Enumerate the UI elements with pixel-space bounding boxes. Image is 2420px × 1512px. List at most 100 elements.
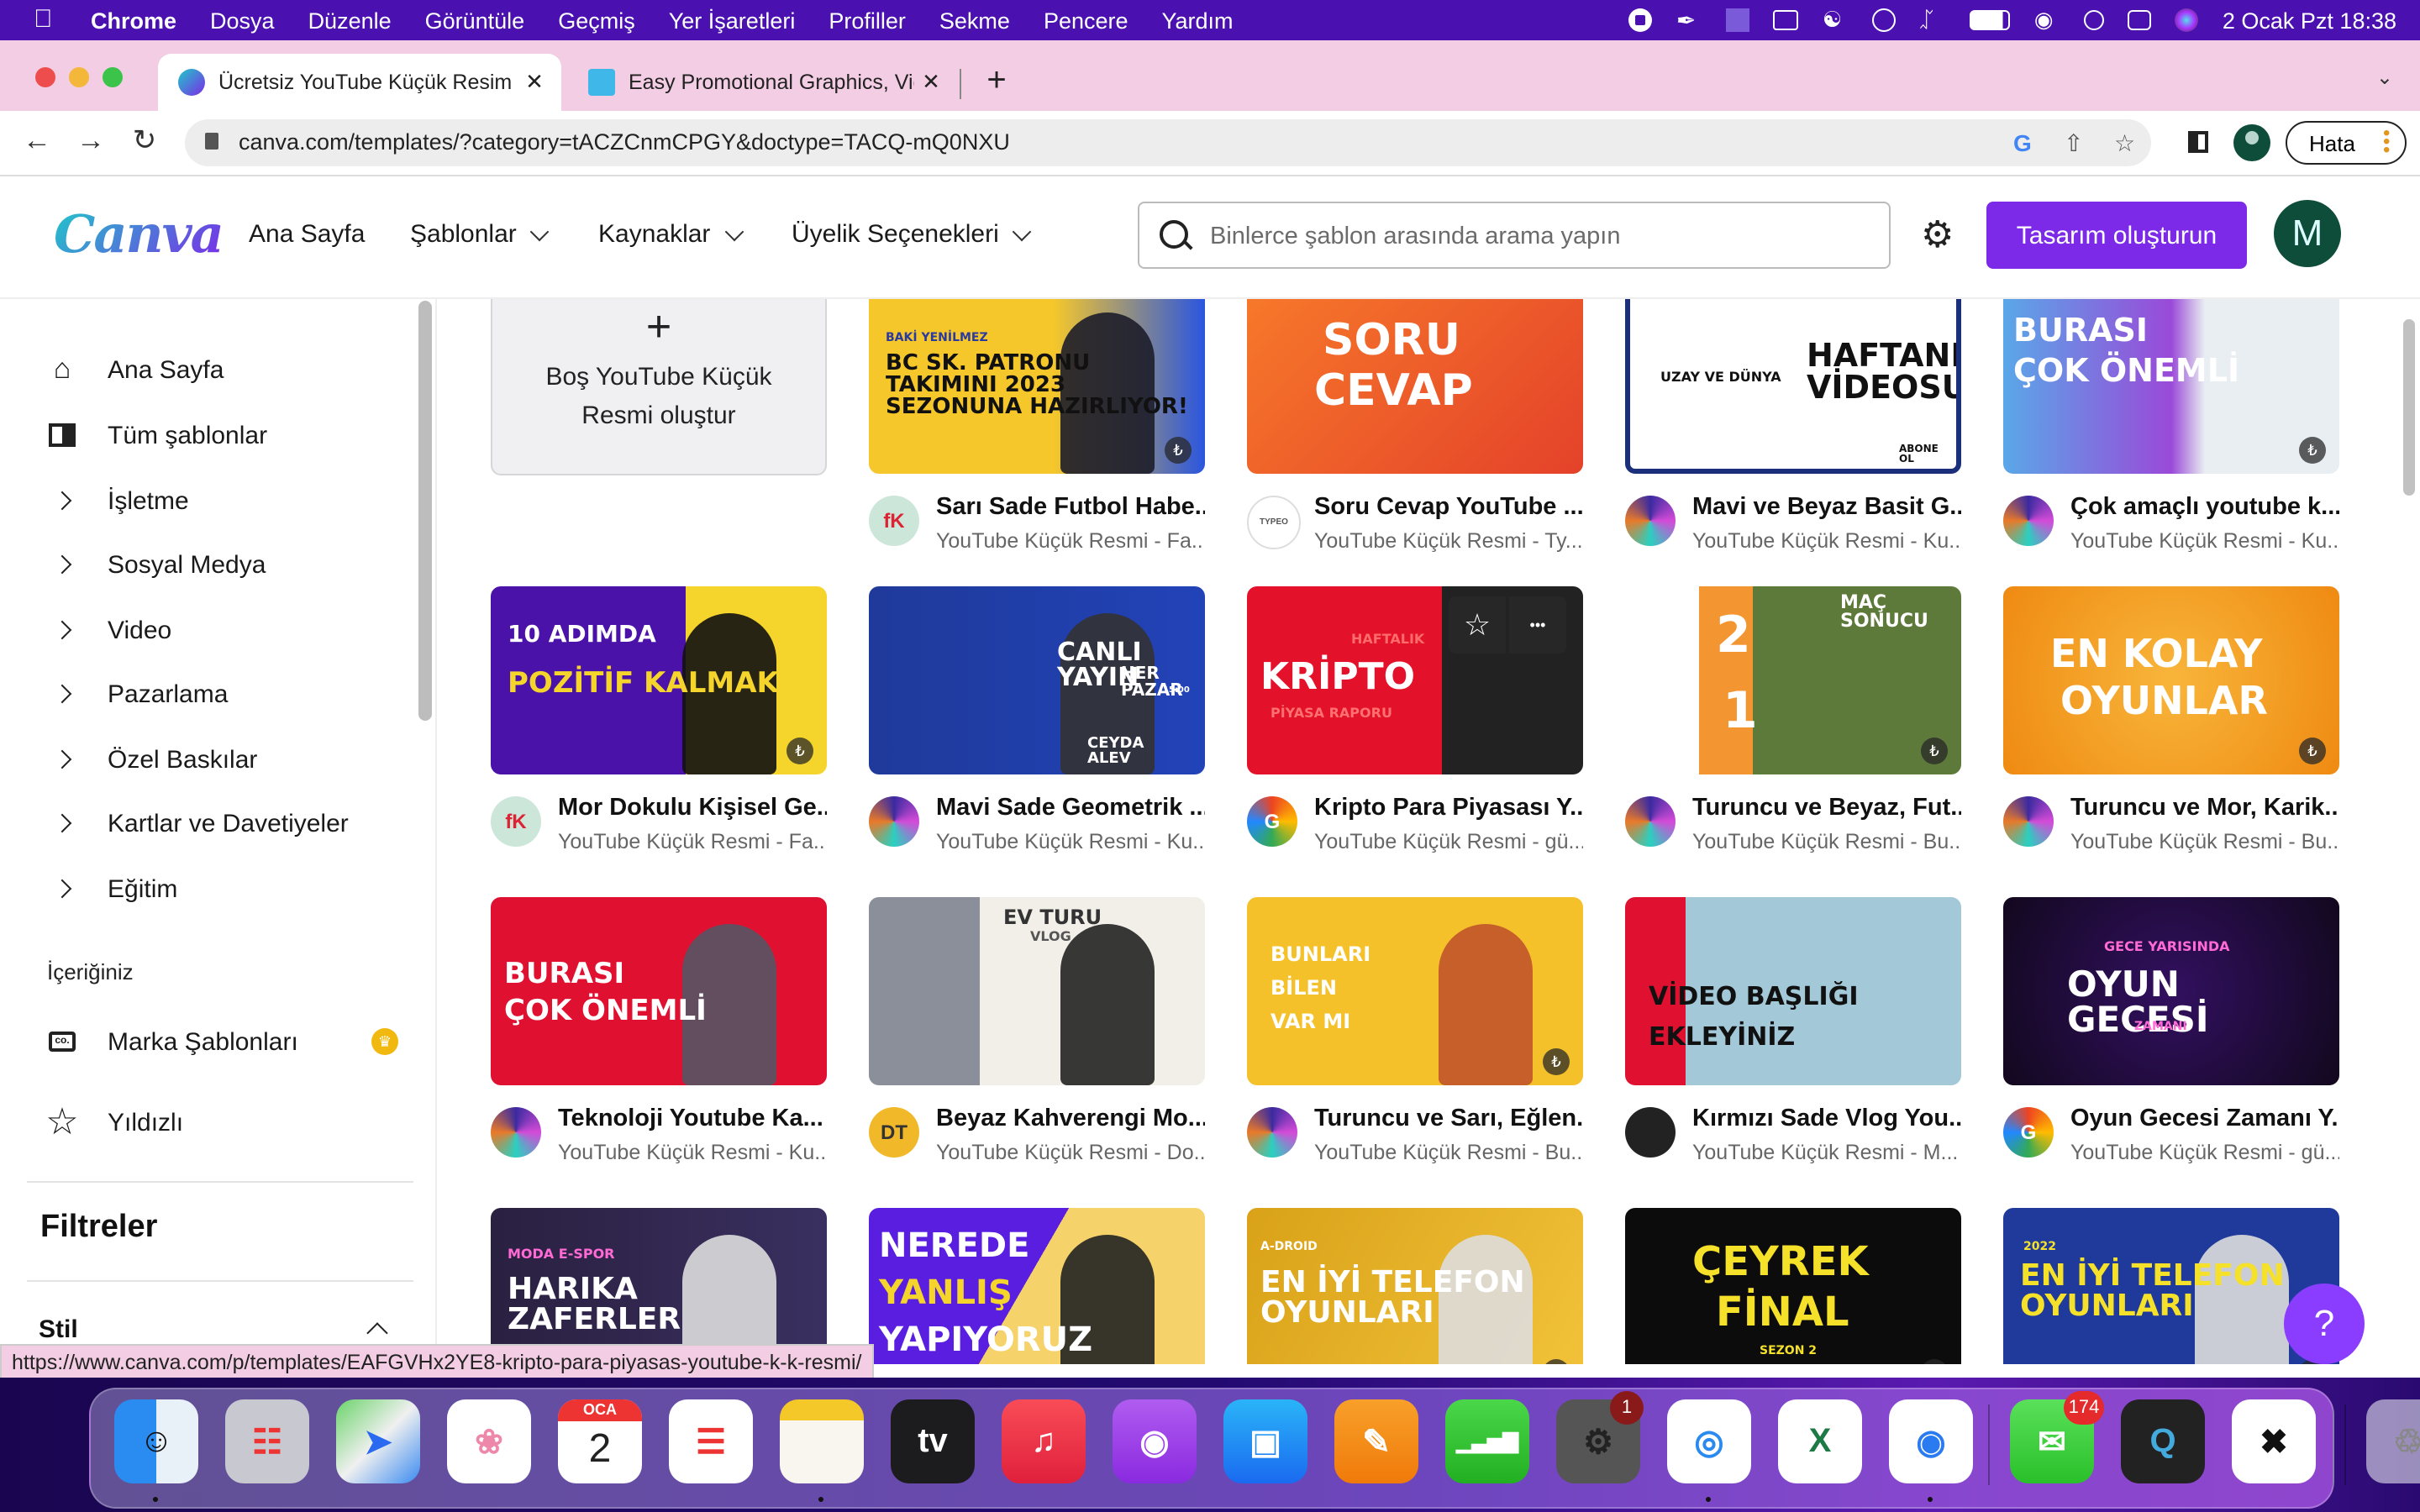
- menu-gecmis[interactable]: Geçmiş: [558, 8, 635, 33]
- dock-photos-icon[interactable]: ❀: [447, 1399, 531, 1483]
- template-card[interactable]: ÇEYREKFİNAL SEZON 2 ₺: [1625, 1208, 1961, 1364]
- chevron-up-icon[interactable]: [366, 1322, 388, 1344]
- template-thumbnail[interactable]: VİDEO BAŞLIĞI EKLEYİNİZ: [1625, 897, 1961, 1085]
- template-thumbnail[interactable]: BURASI ÇOK ÖNEMLİ ₺: [2003, 299, 2339, 474]
- template-card[interactable]: Gece Yarısında OYUN GECESİ ZAMANI G Oyun Gec…: [2003, 897, 2339, 1176]
- bookmark-star-icon[interactable]: ☆: [2114, 129, 2135, 158]
- sidebar-item-home[interactable]: ⌂ Ana Sayfa: [44, 346, 224, 393]
- dock-capcut-icon[interactable]: ✖: [2232, 1399, 2316, 1483]
- side-panel-icon[interactable]: [2188, 131, 2208, 153]
- template-thumbnail[interactable]: BURASI ÇOK ÖNEMLİ: [491, 897, 827, 1085]
- url-text[interactable]: canva.com/templates/?category=tACZCnmCPG…: [239, 129, 1010, 155]
- template-title[interactable]: Kırmızı Sade Vlog You...: [1692, 1105, 1961, 1132]
- profile-avatar-icon[interactable]: [2233, 124, 2270, 161]
- template-title[interactable]: Mavi Sade Geometrik ...: [936, 795, 1205, 822]
- template-thumbnail[interactable]: Ev Turu Vlog: [869, 897, 1205, 1085]
- minimize-window-button[interactable]: [69, 67, 89, 87]
- close-window-button[interactable]: [35, 67, 55, 87]
- dock-maps-icon[interactable]: ➤: [336, 1399, 420, 1483]
- bluetooth-icon[interactable]: ᛢ: [1920, 8, 1947, 32]
- creator-avatar[interactable]: fK: [491, 796, 541, 847]
- creator-avatar[interactable]: G: [2003, 1107, 2054, 1158]
- template-card[interactable]: EN KOLAY OYUNLAR ₺ Turuncu ve Mor, Karik...…: [2003, 586, 2339, 865]
- template-title[interactable]: Turuncu ve Beyaz, Fut...: [1692, 795, 1961, 822]
- close-tab-icon[interactable]: ✕: [914, 69, 948, 96]
- sidebar-item-marketing[interactable]: Pazarlama: [44, 670, 228, 717]
- dock-quicktime-icon[interactable]: Q: [2121, 1399, 2205, 1483]
- dock-trash-icon[interactable]: ♲: [2366, 1399, 2420, 1483]
- template-thumbnail[interactable]: UZAY VE DÜNYA HAFTANIN VİDEOSU ABONE OL: [1625, 299, 1961, 474]
- create-design-button[interactable]: Tasarım oluşturun: [1986, 202, 2247, 269]
- template-card[interactable]: A-DROID EN İYİ TELEFON OYUNLARI ₺: [1247, 1208, 1583, 1364]
- siri-icon[interactable]: [2175, 8, 2199, 32]
- template-card[interactable]: BURASI ÇOK ÖNEMLİ ₺ Çok amaçlı youtube k...…: [2003, 299, 2339, 564]
- template-thumbnail[interactable]: 10 ADIMDA POZİTİF KALMAK ₺: [491, 586, 827, 774]
- menu-sekme[interactable]: Sekme: [939, 8, 1010, 33]
- feather-icon[interactable]: ✒: [1676, 8, 1703, 32]
- display-icon[interactable]: [1773, 10, 1799, 30]
- dock-podcasts-icon[interactable]: ◉: [1113, 1399, 1197, 1483]
- dock-safari-icon[interactable]: ◎: [1667, 1399, 1751, 1483]
- nav-membership[interactable]: Üyelik Seçenekleri: [792, 220, 1033, 249]
- creator-avatar[interactable]: [2003, 796, 2054, 847]
- wifi-icon[interactable]: ◉: [2034, 8, 2061, 32]
- battery-icon[interactable]: [1970, 10, 2011, 30]
- creator-avatar[interactable]: fK: [869, 496, 919, 546]
- template-card[interactable]: MAÇ SONUCU 2 1 ₺ Turuncu ve Beyaz, Fut... You…: [1625, 586, 1961, 865]
- google-lens-icon[interactable]: G: [2013, 129, 2032, 156]
- tab-canva-templates[interactable]: Ücretsiz YouTube Küçük Resim ✕: [158, 54, 561, 111]
- template-card[interactable]: 10 ADIMDA POZİTİF KALMAK ₺ fK Mor Dokulu Kiş…: [491, 586, 827, 865]
- nav-templates[interactable]: Şablonlar: [410, 220, 550, 249]
- menu-yer-isaretleri[interactable]: Yer İşaretleri: [669, 8, 796, 33]
- dock-notes-icon[interactable]: [780, 1399, 864, 1483]
- template-card[interactable]: NEREDE YANLIŞ YAPIYORUZ: [869, 1208, 1205, 1364]
- creator-avatar[interactable]: G: [1247, 796, 1297, 847]
- template-title[interactable]: Oyun Gecesi Zamanı Y...: [2070, 1105, 2339, 1132]
- more-options-icon[interactable]: •••: [1509, 596, 1566, 654]
- template-thumbnail[interactable]: CANLI YAYIN Her Pazar 15:00 CEYDA ALEV: [869, 586, 1205, 774]
- sidebar-item-starred[interactable]: ☆ Yıldızlı: [44, 1099, 183, 1146]
- dock-apple-tv-icon[interactable]: tv: [891, 1399, 975, 1483]
- sidebar-item-business[interactable]: İşletme: [44, 477, 189, 524]
- template-card[interactable]: CANLI YAYIN Her Pazar 15:00 CEYDA ALEV Mavi …: [869, 586, 1205, 865]
- creator-avatar[interactable]: [2003, 496, 2054, 546]
- maximize-window-button[interactable]: [103, 67, 123, 87]
- template-title[interactable]: Mor Dokulu Kişisel Ge...: [558, 795, 827, 822]
- template-thumbnail[interactable]: MAÇ SONUCU 2 1 ₺: [1625, 586, 1961, 774]
- template-title[interactable]: Turuncu ve Sarı, Eğlen...: [1314, 1105, 1583, 1132]
- template-title[interactable]: Çok amaçlı youtube k...: [2070, 494, 2339, 521]
- template-card[interactable]: Ev Turu Vlog DT Beyaz Kahverengi Mo... YouTu…: [869, 897, 1205, 1176]
- dock-numbers-icon[interactable]: ▁▃▅▇: [1445, 1399, 1529, 1483]
- sidebar-scrollbar[interactable]: [418, 301, 432, 721]
- creator-avatar[interactable]: TYPEO: [1247, 496, 1301, 549]
- user-avatar[interactable]: M: [2274, 200, 2341, 267]
- main-scrollbar[interactable]: [2403, 319, 2415, 496]
- template-title[interactable]: Sarı Sade Futbol Habe...: [936, 494, 1205, 521]
- template-card[interactable]: VİDEO BAŞLIĞI EKLEYİNİZ Kırmızı Sade Vlog …: [1625, 897, 1961, 1176]
- star-icon[interactable]: ☆: [1449, 596, 1506, 654]
- canva-logo[interactable]: Canva: [54, 205, 224, 265]
- template-thumbnail[interactable]: ÇEYREKFİNAL SEZON 2 ₺: [1625, 1208, 1961, 1364]
- back-button[interactable]: ←: [18, 124, 55, 158]
- template-title[interactable]: Kripto Para Piyasası Y...: [1314, 795, 1583, 822]
- dock-calendar-icon[interactable]: OCA 2: [558, 1399, 642, 1483]
- menu-yardim[interactable]: Yardım: [1162, 8, 1234, 33]
- menu-goruntule[interactable]: Görüntüle: [425, 8, 525, 33]
- dock-pages-icon[interactable]: ✎: [1334, 1399, 1418, 1483]
- screen-record-icon[interactable]: [1628, 8, 1653, 32]
- sidebar-item-brand-templates[interactable]: co. Marka Şablonları: [44, 1018, 298, 1065]
- template-thumbnail[interactable]: SORU CEVAP: [1247, 299, 1583, 474]
- nav-home[interactable]: Ana Sayfa: [249, 220, 365, 249]
- headphones-icon[interactable]: ☯: [1823, 8, 1849, 32]
- template-card[interactable]: UZAY VE DÜNYA HAFTANIN VİDEOSU ABONE OL Mav…: [1625, 299, 1961, 564]
- menu-profiller[interactable]: Profiller: [829, 8, 906, 33]
- template-thumbnail[interactable]: A-DROID EN İYİ TELEFON OYUNLARI ₺: [1247, 1208, 1583, 1364]
- template-title[interactable]: Soru Cevap YouTube ...: [1314, 494, 1583, 521]
- dock-reminders-icon[interactable]: ☰: [669, 1399, 753, 1483]
- lock-icon[interactable]: [205, 133, 218, 150]
- help-button[interactable]: ?: [2284, 1284, 2365, 1364]
- create-blank-thumbnail-card[interactable]: + Boş YouTube Küçük Resmi oluştur: [491, 299, 827, 475]
- tab-easy-promotional[interactable]: Easy Promotional Graphics, Vid ✕: [568, 54, 958, 111]
- creator-avatar[interactable]: [1247, 1107, 1297, 1158]
- creator-avatar[interactable]: [869, 796, 919, 847]
